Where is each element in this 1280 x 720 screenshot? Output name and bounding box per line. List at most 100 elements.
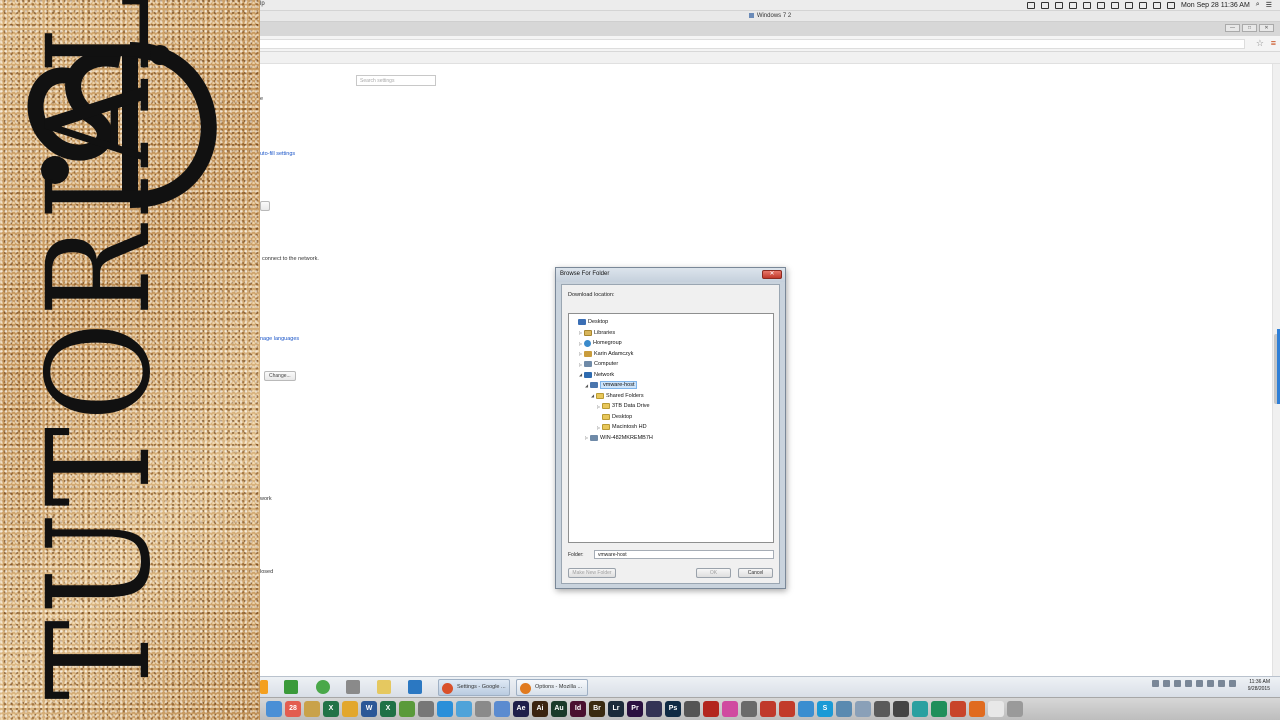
dock-notes-icon[interactable] (304, 701, 320, 717)
dock-photos-icon[interactable] (456, 701, 472, 717)
pinned-app-icon[interactable] (284, 680, 298, 694)
camera-icon[interactable] (1055, 1, 1064, 9)
wifi-icon[interactable] (1139, 1, 1148, 9)
dock-excel-icon[interactable]: X (323, 701, 339, 717)
time-machine-icon[interactable] (1111, 1, 1120, 9)
dock-safari-icon[interactable] (437, 701, 453, 717)
screen-record-icon[interactable] (1041, 1, 1050, 9)
dock-settings-icon[interactable] (418, 701, 434, 717)
ok-button[interactable]: OK (696, 568, 731, 578)
tree-item[interactable]: ▷ WIN-482MKREMB7H (584, 433, 653, 443)
bookmark-star-icon[interactable]: ☆ (1256, 38, 1264, 49)
quicktime-icon[interactable] (408, 680, 422, 694)
dock-firefox-icon[interactable] (969, 701, 985, 717)
dock-bridge-icon[interactable]: Br (589, 701, 605, 717)
notification-center-icon[interactable]: ☰ (1266, 1, 1272, 9)
dialog-titlebar[interactable]: Browse For Folder ✕ (556, 268, 785, 282)
dock-preview-icon[interactable] (399, 701, 415, 717)
dock-photoshop-icon[interactable]: Ps (665, 701, 681, 717)
tree-expander-icon[interactable]: ▷ (578, 351, 583, 356)
tray-power-icon[interactable] (1207, 680, 1214, 687)
tree-item[interactable]: ◢ vmware-host (584, 380, 638, 390)
dock-game-icon[interactable] (912, 701, 928, 717)
folder-tree[interactable]: Desktop ▷ Libraries ▷ Homegroup ▷ Karin Adamcz… (568, 313, 774, 543)
folder-input[interactable]: vmware-host (594, 550, 774, 559)
vmware-icon[interactable] (1083, 1, 1092, 9)
evernote-icon[interactable] (1097, 1, 1106, 9)
dock-acrobat-icon[interactable] (703, 701, 719, 717)
adobe-icon[interactable] (1027, 1, 1036, 9)
tray-volume-icon[interactable] (1218, 680, 1225, 687)
dock-itunes-icon[interactable] (722, 701, 738, 717)
battery-icon[interactable] (1167, 1, 1176, 9)
dock-utilities-icon[interactable] (874, 701, 890, 717)
dock-premiere-icon[interactable]: Pr (627, 701, 643, 717)
dock-trash-icon[interactable] (1007, 701, 1023, 717)
taskbar-task-chrome[interactable]: Settings - Google ... (438, 679, 510, 696)
tree-item[interactable]: ▷ 3TB Data Drive (596, 401, 650, 411)
tray-update-icon[interactable] (1196, 680, 1203, 687)
spotlight-icon[interactable]: ⌕ (1256, 1, 1260, 9)
tray-monitor-icon[interactable] (1229, 680, 1236, 687)
taskbar-task-firefox[interactable]: Options - Mozilla ... (516, 679, 588, 696)
menu-bar-clock[interactable]: Mon Sep 28 11:36 AM (1181, 2, 1250, 9)
cancel-button[interactable]: Cancel (738, 568, 773, 578)
tree-item[interactable]: ◢ Network (578, 370, 614, 380)
settings-search-input[interactable]: Search settings (356, 75, 436, 86)
dock-encoder-icon[interactable] (646, 701, 662, 717)
tree-expander-icon[interactable]: ▷ (578, 341, 583, 346)
explorer-icon[interactable] (377, 680, 391, 694)
dock-pinwheel-icon[interactable] (950, 701, 966, 717)
taskbar-clock[interactable]: 11:36 AM 9/28/2015 (1248, 679, 1270, 693)
tree-expander-icon[interactable]: ▷ (596, 404, 601, 409)
tree-item[interactable]: ▷ Libraries (578, 328, 615, 338)
tree-item[interactable]: Desktop (596, 412, 632, 422)
tray-security-icon[interactable] (1174, 680, 1181, 687)
tree-expander-icon[interactable]: ◢ (578, 372, 583, 377)
dock-folder-icon[interactable] (855, 701, 871, 717)
tray-flag-icon[interactable] (1152, 680, 1159, 687)
settings-button-fragment[interactable] (260, 201, 270, 211)
tree-expander-icon[interactable]: ▷ (578, 362, 583, 367)
pinned-tools-icon[interactable] (346, 680, 360, 694)
dialog-close-button[interactable]: ✕ (762, 270, 782, 279)
start-button-fragment-icon[interactable] (260, 680, 268, 694)
dock-chrome-icon[interactable] (342, 701, 358, 717)
bluetooth-icon[interactable] (1125, 1, 1134, 9)
dropbox-icon[interactable] (1069, 1, 1078, 9)
vm-window-titlebar[interactable]: Windows 7 2 (260, 11, 1280, 22)
menu-fragment[interactable]: lp (260, 1, 265, 7)
tray-app-icon[interactable] (1185, 680, 1192, 687)
dock-media-icon[interactable] (684, 701, 700, 717)
address-bar[interactable] (260, 39, 1245, 49)
dock-app-icon[interactable] (760, 701, 776, 717)
tree-item[interactable]: ◢ Shared Folders (590, 391, 644, 401)
dock-skype-icon[interactable]: S (817, 701, 833, 717)
page-scrollbar[interactable] (1272, 64, 1280, 676)
dock-mail-icon[interactable] (494, 701, 510, 717)
pinned-media-icon[interactable] (316, 680, 330, 694)
dock-image-capture-icon[interactable] (475, 701, 491, 717)
dock-audition-icon[interactable]: Au (551, 701, 567, 717)
dock-maps-icon[interactable] (836, 701, 852, 717)
tree-expander-icon[interactable]: ▷ (584, 435, 589, 440)
dock-indesign-icon[interactable]: Id (570, 701, 586, 717)
tree-item[interactable]: ▷ Computer (578, 359, 618, 369)
dock-tools-icon[interactable] (741, 701, 757, 717)
tree-item[interactable]: ▷ Macintosh HD (596, 422, 647, 432)
dock-excel-icon[interactable]: X (380, 701, 396, 717)
minimize-button[interactable]: — (1225, 24, 1240, 32)
dock-lightroom-icon[interactable]: Lr (608, 701, 624, 717)
tree-expander-icon[interactable]: ▷ (596, 425, 601, 430)
tray-network-icon[interactable] (1163, 680, 1170, 687)
tree-item[interactable]: ▷ Karin Adamczyk (578, 349, 633, 359)
change-download-location-button[interactable]: Change... (264, 371, 296, 381)
make-new-folder-button[interactable]: Make New Folder (568, 568, 616, 578)
dock-document-icon[interactable] (988, 701, 1004, 717)
close-button[interactable]: ✕ (1259, 24, 1274, 32)
tree-item[interactable]: Desktop (572, 317, 608, 327)
dock-finder-icon[interactable] (266, 701, 282, 717)
tree-expander-icon[interactable]: ▷ (578, 330, 583, 335)
dock-word-icon[interactable]: W (361, 701, 377, 717)
autofill-settings-link[interactable]: uto-fill settings (260, 151, 295, 157)
